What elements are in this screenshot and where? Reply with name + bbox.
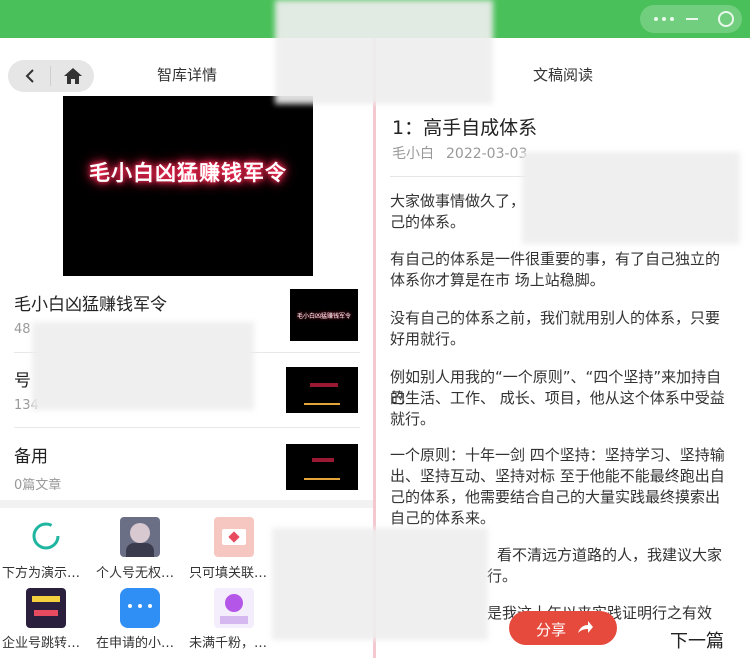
article-paragraph: 一个原则：十年一剑 四个坚持：坚持学习、坚持输 — [390, 446, 725, 464]
article-date: 2022-03-03 — [446, 146, 528, 162]
grid-item-label[interactable]: 只可填关联… — [189, 562, 267, 581]
grid-item-label[interactable]: 企业号跳转… — [2, 632, 80, 651]
article-paragraph: 己的体系，他需要结合自己的大量实践最终摸索出 — [390, 488, 721, 506]
article-paragraph: 好用就行。 — [390, 330, 466, 348]
reader-title: 文稿阅读 — [532, 66, 593, 84]
list-item-title: 号 — [14, 371, 31, 391]
article-paragraph: 有自己的体系是一件很重要的事，有了自己独立的 — [390, 250, 721, 268]
article-paragraph: 自己的体系来。 — [390, 509, 496, 527]
list-item-count: 0篇文章 — [14, 478, 62, 493]
article-title: 1：高手自成体系 — [392, 117, 538, 139]
grid-item-label[interactable]: 未满千粉，… — [189, 632, 267, 651]
list-item-title: 毛小白凶猛赚钱军令 — [14, 295, 167, 315]
grid-item-label[interactable]: 在申请的小… — [96, 632, 174, 651]
redaction-overlay — [32, 322, 254, 410]
section-gap — [0, 500, 373, 508]
list-item-thumbnail — [286, 367, 358, 413]
nav-separator — [50, 66, 51, 86]
article-author: 毛小白 — [392, 146, 434, 162]
redaction-overlay — [275, 0, 493, 104]
share-button-label: 分享 — [536, 621, 567, 639]
more-icon — [654, 17, 658, 21]
redaction-overlay — [272, 528, 488, 640]
close-icon — [718, 11, 734, 27]
article-paragraph: 体系你才算是在市 场上站稳脚。 — [390, 271, 605, 289]
article-paragraph: 行。 — [487, 567, 518, 585]
heart-icon[interactable] — [214, 588, 254, 628]
list-item-count: 48 — [14, 322, 31, 337]
grid-item-label[interactable]: 下方为演示… — [2, 562, 80, 581]
minimize-icon — [686, 18, 698, 20]
next-article-button[interactable]: 下一篇 — [670, 627, 724, 653]
chevron-left-icon[interactable] — [22, 67, 40, 85]
page-title: 智库详情 — [156, 66, 217, 84]
window-capsule[interactable] — [640, 5, 742, 33]
article-paragraph: 就行。 — [390, 410, 436, 428]
poster-icon[interactable] — [26, 588, 66, 628]
cover-title: 毛小白凶猛赚钱军令 — [89, 161, 287, 185]
grid-item-label[interactable]: 个人号无权… — [96, 562, 174, 581]
article-paragraph: 的生活、工作、 成长、项目，他从这个体系中受益 — [390, 389, 725, 407]
article-paragraph: 没有自己的体系之前，我们就用别人的体系，只要 — [390, 309, 721, 327]
list-item-title: 备用 — [14, 447, 48, 467]
article-paragraph: 出、坚持互动、坚持对标 至于他能不能最终跑出自 — [390, 467, 725, 485]
list-item-thumbnail: 毛小白凶猛赚钱军令 — [290, 289, 358, 341]
chat-bubble-icon[interactable] — [120, 588, 160, 628]
envelope-icon[interactable] — [214, 517, 254, 557]
list-item-thumbnail — [286, 444, 358, 490]
avatar-icon[interactable] — [120, 517, 160, 557]
home-icon[interactable] — [63, 66, 83, 86]
share-arrow-icon — [578, 621, 593, 633]
loading-ring-icon[interactable] — [30, 520, 62, 552]
article-paragraph: 看不清远方道路的人，我建议大家 — [497, 546, 723, 564]
article-meta: 毛小白 2022-03-03 — [392, 143, 527, 163]
redaction-overlay — [522, 152, 740, 244]
